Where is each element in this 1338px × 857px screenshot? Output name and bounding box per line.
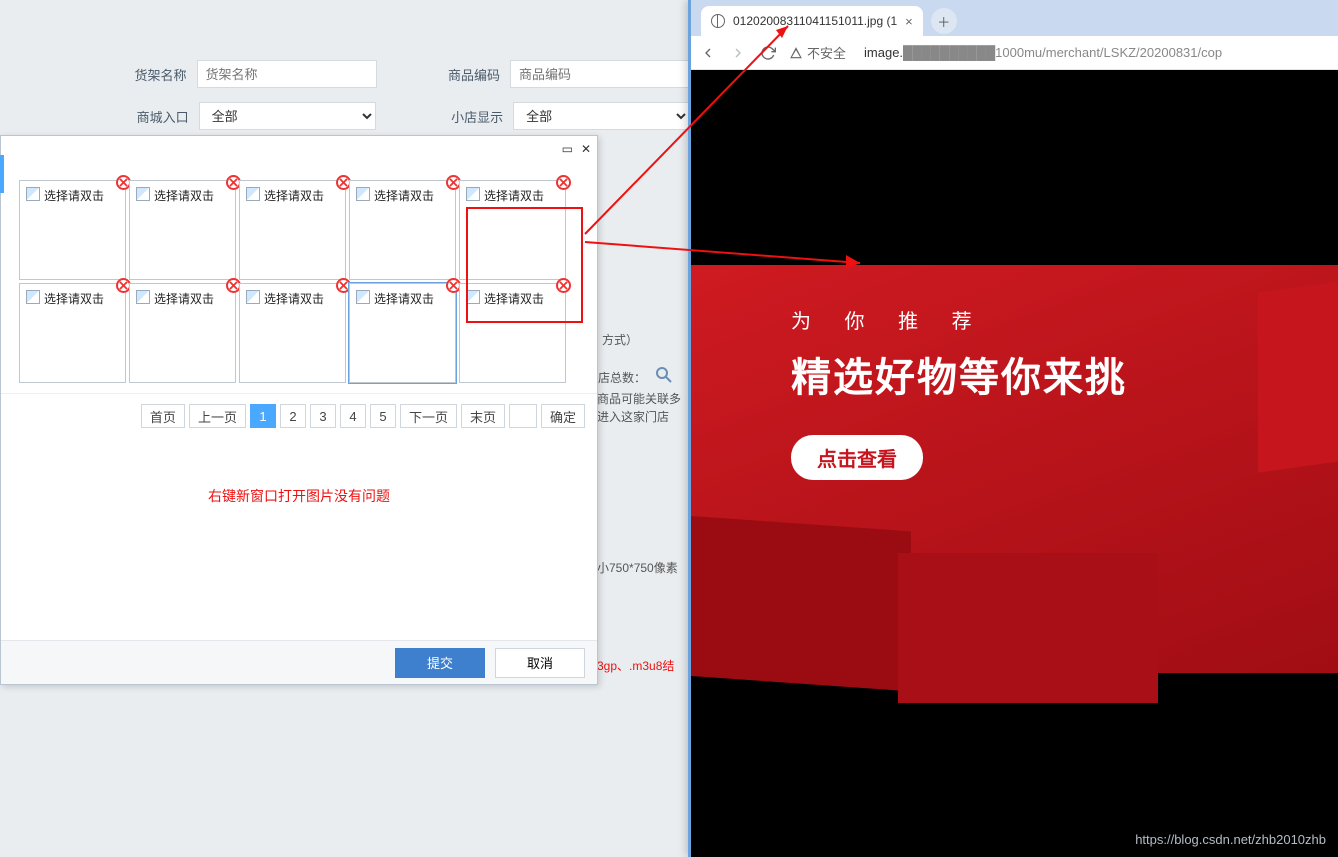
page-jump-input[interactable] xyxy=(509,404,537,428)
page-viewport: 为 你 推 荐 精选好物等你来挑 点击查看 xyxy=(691,70,1338,857)
close-icon[interactable]: ✕ xyxy=(581,142,591,156)
image-picker-dialog: ▭ ✕ 选择请双击选择请双击选择请双击选择请双击选择请双击选择请双击选择请双击选… xyxy=(0,135,598,685)
thumbnail-grid: 选择请双击选择请双击选择请双击选择请双击选择请双击选择请双击选择请双击选择请双击… xyxy=(1,162,597,393)
thumbnail-label: 选择请双击 xyxy=(484,187,544,273)
thumbnail-label: 选择请双击 xyxy=(374,290,434,376)
page-next[interactable]: 下一页 xyxy=(400,404,457,428)
broken-image-icon xyxy=(246,187,260,201)
dialog-note: 右键新窗口打开图片没有问题 xyxy=(1,438,597,536)
new-tab-button[interactable]: ＋ xyxy=(931,8,957,34)
filter-form: 货架名称 商品编码 商城入口 全部 小店显示 全部 xyxy=(0,40,690,144)
page-jump-ok[interactable]: 确定 xyxy=(541,404,585,428)
banner-title: 精选好物等你来挑 xyxy=(791,345,1127,403)
page-3[interactable]: 3 xyxy=(310,404,336,428)
browser-tab[interactable]: 01202008311041151011.jpg (1 × xyxy=(701,6,923,36)
thumbnail-item[interactable]: 选择请双击 xyxy=(459,180,566,280)
broken-image-icon xyxy=(466,187,480,201)
maximize-icon[interactable]: ▭ xyxy=(562,142,573,156)
cancel-button[interactable]: 取消 xyxy=(495,648,585,678)
page-first[interactable]: 首页 xyxy=(141,404,185,428)
shop-display-select[interactable]: 全部 xyxy=(513,102,690,130)
delete-icon[interactable] xyxy=(556,175,571,190)
globe-icon xyxy=(711,14,725,28)
thumbnail-item[interactable]: 选择请双击 xyxy=(19,283,126,383)
thumbnail-label: 选择请双击 xyxy=(264,290,324,376)
shelf-name-label: 货架名称 xyxy=(120,65,187,84)
product-code-label: 商品编码 xyxy=(434,65,501,84)
page-prev[interactable]: 上一页 xyxy=(189,404,246,428)
thumbnail-item[interactable]: 选择请双击 xyxy=(239,283,346,383)
broken-image-icon xyxy=(356,187,370,201)
broken-image-icon xyxy=(136,290,150,304)
mall-entry-select[interactable]: 全部 xyxy=(199,102,376,130)
frag-d: 进入这家门店 xyxy=(597,408,669,425)
delete-icon[interactable] xyxy=(556,278,571,293)
frag-b: 店总数： xyxy=(598,369,646,386)
url-display[interactable]: image.██████████1000mu/merchant/LSKZ/202… xyxy=(864,45,1222,60)
search-icon[interactable] xyxy=(654,365,674,385)
page-5[interactable]: 5 xyxy=(370,404,396,428)
promo-banner: 为 你 推 荐 精选好物等你来挑 点击查看 xyxy=(691,265,1338,673)
insecure-badge[interactable]: 不安全 xyxy=(789,43,846,62)
broken-image-icon xyxy=(466,290,480,304)
page-2[interactable]: 2 xyxy=(280,404,306,428)
address-bar: 不安全 image.██████████1000mu/merchant/LSKZ… xyxy=(691,36,1338,70)
reload-icon[interactable] xyxy=(759,44,777,62)
browser-window: 01202008311041151011.jpg (1 × ＋ 不安全 imag… xyxy=(688,0,1338,857)
back-icon[interactable] xyxy=(699,44,717,62)
thumbnail-item[interactable]: 选择请双击 xyxy=(239,180,346,280)
page-4[interactable]: 4 xyxy=(340,404,366,428)
thumbnail-item[interactable]: 选择请双击 xyxy=(349,180,456,280)
thumbnail-label: 选择请双击 xyxy=(44,187,104,273)
broken-image-icon xyxy=(26,290,40,304)
thumbnail-item[interactable]: 选择请双击 xyxy=(459,283,566,383)
thumbnail-label: 选择请双击 xyxy=(154,290,214,376)
thumbnail-label: 选择请双击 xyxy=(264,187,324,273)
broken-image-icon xyxy=(136,187,150,201)
banner-cta-button[interactable]: 点击查看 xyxy=(791,435,923,480)
modal-active-indicator xyxy=(0,155,4,193)
page-1[interactable]: 1 xyxy=(250,404,276,428)
shelf-name-input[interactable] xyxy=(197,60,377,88)
thumbnail-label: 选择请双击 xyxy=(374,187,434,273)
forward-icon[interactable] xyxy=(729,44,747,62)
thumbnail-item[interactable]: 选择请双击 xyxy=(129,180,236,280)
tab-title: 01202008311041151011.jpg (1 xyxy=(733,14,897,28)
thumbnail-item[interactable]: 选择请双击 xyxy=(19,180,126,280)
shop-display-label: 小店显示 xyxy=(434,107,503,126)
thumbnail-label: 选择请双击 xyxy=(44,290,104,376)
tab-close-icon[interactable]: × xyxy=(905,14,913,29)
mall-entry-label: 商城入口 xyxy=(120,107,189,126)
tab-bar: 01202008311041151011.jpg (1 × ＋ xyxy=(691,0,1338,36)
thumbnail-item[interactable]: 选择请双击 xyxy=(349,283,456,383)
thumbnail-label: 选择请双击 xyxy=(484,290,544,376)
frag-a: 方式） xyxy=(602,331,638,348)
broken-image-icon xyxy=(356,290,370,304)
submit-button[interactable]: 提交 xyxy=(395,648,485,678)
frag-c: 商品可能关联多 xyxy=(597,390,681,407)
product-code-input[interactable] xyxy=(510,60,690,88)
frag-e: 小750*750像素 xyxy=(597,559,678,576)
page-last[interactable]: 末页 xyxy=(461,404,505,428)
thumbnail-item[interactable]: 选择请双击 xyxy=(129,283,236,383)
broken-image-icon xyxy=(246,290,260,304)
pagination: 首页 上一页 1 2 3 4 5 下一页 末页 确定 xyxy=(1,393,597,438)
watermark: https://blog.csdn.net/zhb2010zhb xyxy=(1135,832,1326,847)
frag-f: 3gp、.m3u8结 xyxy=(597,657,674,674)
broken-image-icon xyxy=(26,187,40,201)
thumbnail-label: 选择请双击 xyxy=(154,187,214,273)
banner-subtitle: 为 你 推 荐 xyxy=(791,305,986,334)
